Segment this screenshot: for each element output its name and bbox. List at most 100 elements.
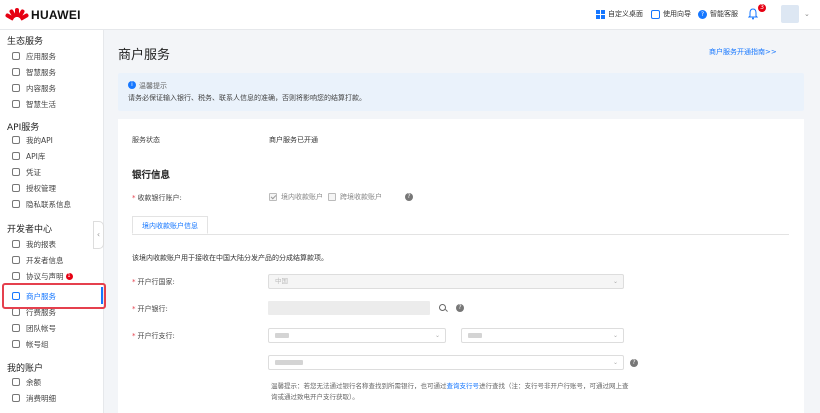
collapse-sidebar-button[interactable]: ‹ <box>93 221 104 249</box>
document-icon <box>12 272 20 280</box>
sidebar-item-label: 智慧生活 <box>26 99 56 109</box>
branch-city-select[interactable]: ⌄ <box>461 328 624 343</box>
cross-border-account-checkbox[interactable]: 跨境收款账户 <box>328 192 382 202</box>
branch-city-value <box>468 332 482 338</box>
sidebar-item-my-api[interactable]: 我的API <box>0 132 104 148</box>
sidebar-item-my-reports[interactable]: 我的报表 <box>0 236 104 252</box>
sidebar-item-smart-services[interactable]: 智慧服务 <box>0 64 104 80</box>
usage-guide-button[interactable]: 使用向导 <box>651 9 691 19</box>
sidebar-item-app-services[interactable]: 应用服务 <box>0 48 104 64</box>
notice-banner: i 温馨提示 请务必保证输入银行、税务、联系人信息的准确，否则将影响您的结算打款… <box>118 73 804 111</box>
sidebar-item-content-services[interactable]: 内容服务 <box>0 80 104 96</box>
sidebar-item-spending-details[interactable]: 消费明细 <box>0 390 104 406</box>
smart-icon <box>12 68 20 76</box>
sidebar-group-title: 生态服务 <box>7 37 44 47</box>
sidebar-item-credentials[interactable]: 凭证 <box>0 164 104 180</box>
domestic-account-label: 境内收款账户 <box>281 193 323 201</box>
group-icon <box>12 340 20 348</box>
help-icon: ? <box>698 9 707 19</box>
bank-input[interactable] <box>268 301 430 315</box>
tab-divider <box>132 234 789 235</box>
page-title: 商户服务 <box>118 48 171 63</box>
sidebar-group-title: 我的账户 <box>7 364 44 374</box>
merchant-guide-link[interactable]: 商户服务开通指南>> <box>709 47 777 57</box>
team-icon <box>12 324 20 332</box>
sidebar-item-label: 内容服务 <box>26 83 56 93</box>
smart-service-button[interactable]: ? 智能客服 <box>698 9 738 19</box>
account-label: * 收款银行账户: <box>132 194 182 202</box>
sidebar-item-label: 协议与声明 <box>26 271 64 281</box>
grid-icon <box>596 9 605 19</box>
query-branch-number-link[interactable]: 查询支行号 <box>447 382 480 390</box>
search-icon[interactable] <box>439 304 446 311</box>
content-icon <box>12 84 20 92</box>
sidebar-item-balance[interactable]: 余额 <box>0 374 104 390</box>
top-bar: HUAWEI 自定义桌面 使用向导 ? 智能客服 3 ⌄ <box>0 0 820 30</box>
sidebar-item-label: 开发者信息 <box>26 255 64 265</box>
checkbox-icon <box>269 193 277 201</box>
info-icon: i <box>128 81 136 89</box>
sidebar-item-label: 消费明细 <box>26 393 56 403</box>
chevron-left-icon: ‹ <box>96 230 101 239</box>
account-description: 该境内收款账户用于接收在中国大陆分发产品的分成结算款项。 <box>132 254 328 262</box>
sidebar-item-agreements[interactable]: 协议与声明 1 <box>0 268 104 284</box>
branch-hint: 温馨提示：若您无法通过银行名称查找到所需银行，也可通过查询支行号进行查找（注：支… <box>271 382 629 401</box>
chevron-down-icon: ⌄ <box>434 332 440 339</box>
chevron-down-icon: ⌄ <box>612 278 618 285</box>
branch-bank-value <box>275 359 303 365</box>
sidebar-item-label: 团队帐号 <box>26 323 56 333</box>
tab-domestic-account-info[interactable]: 境内收款账户信息 <box>132 216 208 234</box>
contact-icon <box>12 200 20 208</box>
status-value: 商户服务已开通 <box>269 136 318 144</box>
home-icon <box>12 100 20 108</box>
huawei-logo[interactable]: HUAWEI <box>4 8 81 22</box>
sidebar-item-api-library[interactable]: API库 <box>0 148 104 164</box>
cube-icon <box>12 152 20 160</box>
sidebar-item-auth-management[interactable]: 授权管理 <box>0 180 104 196</box>
section-title: 银行信息 <box>132 170 171 181</box>
key-icon <box>12 168 20 176</box>
sidebar-item-label: 我的报表 <box>26 239 56 249</box>
notice-body: 请务必保证输入银行、税务、联系人信息的准确，否则将影响您的结算打款。 <box>128 94 366 102</box>
bell-icon[interactable] <box>747 8 759 20</box>
user-icon <box>12 256 20 264</box>
country-label: * 开户行国家: <box>132 278 175 286</box>
sidebar-item-label: 智慧服务 <box>26 67 56 77</box>
avatar[interactable] <box>781 5 799 23</box>
chart-icon <box>12 240 20 248</box>
cross-border-account-label: 跨境收款账户 <box>340 193 382 201</box>
custom-desktop-button[interactable]: 自定义桌面 <box>596 9 643 19</box>
question-icon[interactable]: ? <box>456 304 464 312</box>
bank-label: * 开户银行: <box>132 305 168 313</box>
sidebar-item-team-accounts[interactable]: 团队帐号 <box>0 320 104 336</box>
branch-province-value <box>275 332 289 338</box>
chevron-down-icon: ⌄ <box>612 332 618 339</box>
question-icon[interactable]: ? <box>405 193 413 201</box>
sidebar-item-label: 应用服务 <box>26 51 56 61</box>
branch-bank-select[interactable]: ⌄ <box>268 355 624 370</box>
fee-icon <box>12 308 20 316</box>
sidebar-item-account-groups[interactable]: 帐号组 <box>0 336 104 352</box>
sidebar-item-label: 我的API <box>26 135 53 145</box>
notification-badge: 3 <box>758 4 766 12</box>
app-icon <box>12 52 20 60</box>
chevron-down-icon[interactable]: ⌄ <box>804 10 810 18</box>
sidebar-item-privacy-contact[interactable]: 隐私联系信息 <box>0 196 104 212</box>
country-value: 中国 <box>275 277 288 285</box>
chevron-down-icon: ⌄ <box>612 359 618 366</box>
question-icon[interactable]: ? <box>630 359 638 367</box>
wallet-icon <box>12 378 20 386</box>
sidebar-item-developer-info[interactable]: 开发者信息 <box>0 252 104 268</box>
country-select[interactable]: 中国 ⌄ <box>268 274 624 289</box>
sidebar-item-label: 隐私联系信息 <box>26 199 71 209</box>
sidebar: 生态服务 应用服务 智慧服务 内容服务 智慧生活 API服务 我的API API… <box>0 30 104 413</box>
branch-label: * 开户行支行: <box>132 332 175 340</box>
user-icon <box>12 136 20 144</box>
sidebar-item-smart-life[interactable]: 智慧生活 <box>0 96 104 112</box>
usage-guide-label: 使用向导 <box>663 10 691 18</box>
branch-province-select[interactable]: ⌄ <box>268 328 446 343</box>
status-label: 服务状态 <box>132 136 160 144</box>
sidebar-item-label: 授权管理 <box>26 183 56 193</box>
sidebar-item-label: 帐号组 <box>26 339 49 349</box>
domestic-account-checkbox[interactable]: 境内收款账户 <box>269 192 323 202</box>
